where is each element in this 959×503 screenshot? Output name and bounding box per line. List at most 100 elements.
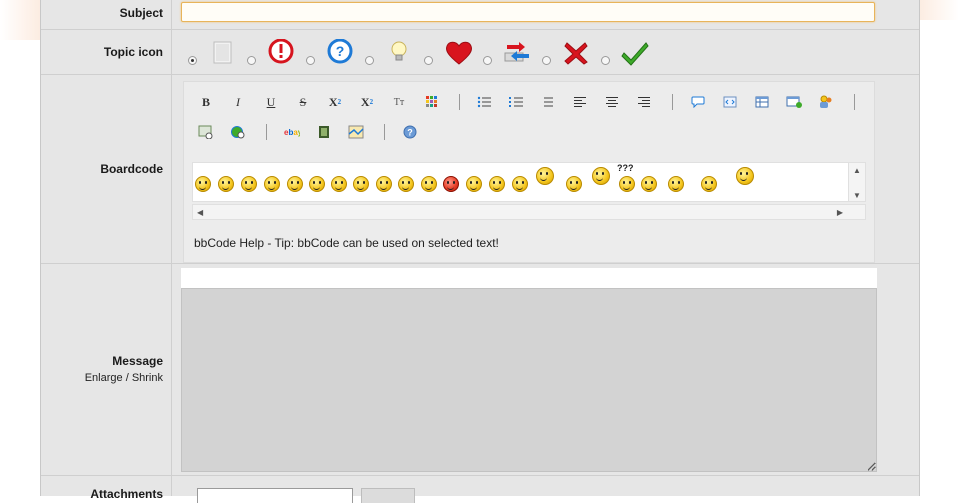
topic-icon-radio-exclamation[interactable] (247, 56, 256, 65)
heart-icon[interactable] (444, 39, 472, 67)
shifty-icon[interactable] (736, 167, 754, 185)
thinking-icon[interactable] (641, 176, 657, 192)
topic-icon-radio-heart[interactable] (424, 56, 433, 65)
subject-row: Subject (41, 0, 919, 30)
redirect-arrows-icon[interactable] (501, 39, 533, 67)
superscript-button[interactable]: X2 (359, 94, 375, 110)
subscript-letter: X (328, 94, 338, 109)
resize-grip-icon[interactable] (868, 463, 876, 471)
message-textarea[interactable] (181, 288, 877, 472)
web-link-icon[interactable] (230, 124, 246, 140)
big-grin-icon[interactable] (536, 167, 554, 185)
grin-icon[interactable] (287, 176, 303, 192)
numbered-list-icon[interactable] (508, 94, 524, 110)
media-image-icon[interactable] (198, 124, 214, 140)
neutral-icon[interactable] (376, 176, 392, 192)
question-icon[interactable]: ? (326, 38, 354, 67)
toolbar-separator (854, 94, 855, 110)
resize-separator: / (125, 372, 129, 384)
toolbar-separator (266, 124, 267, 140)
align-left-icon[interactable] (572, 94, 588, 110)
code-icon[interactable] (722, 94, 738, 110)
ebay-icon[interactable]: ebay (284, 124, 300, 140)
shrink-link[interactable]: Shrink (132, 372, 163, 384)
insert-image-icon[interactable] (786, 94, 802, 110)
eek-icon[interactable] (489, 176, 505, 192)
superscript-letter: X (360, 94, 370, 109)
cool-icon[interactable] (466, 176, 482, 192)
topic-icon-radio-x[interactable] (542, 56, 551, 65)
bbcode-editor: B I U S X2 X2 Tт eba ? ??? ▲ ▼ ◀ ▶ bbCod… (183, 81, 875, 263)
color-grid-icon[interactable] (424, 94, 440, 110)
angel-icon[interactable] (309, 176, 325, 192)
users-icon[interactable] (818, 94, 834, 110)
help-icon[interactable]: ? (402, 124, 418, 140)
align-right-icon[interactable] (636, 94, 652, 110)
red-x-icon[interactable] (562, 39, 590, 67)
blank-page-icon[interactable] (209, 39, 237, 67)
bullet-list-icon[interactable] (476, 94, 492, 110)
align-center-icon[interactable] (604, 94, 620, 110)
superscript-mark: 2 (369, 98, 374, 106)
enlarge-link[interactable]: Enlarge (85, 372, 123, 384)
boardcode-label: Boardcode (100, 162, 163, 176)
shocked-icon[interactable] (241, 176, 257, 192)
topic-icon-label: Topic icon (103, 45, 163, 59)
smilies-panel[interactable]: ??? ▲ ▼ (192, 162, 866, 202)
smile-icon[interactable] (195, 176, 211, 192)
bbcode-help-text: bbCode Help - Tip: bbCode can be used on… (194, 236, 499, 250)
smilies-horizontal-scrollbar[interactable]: ◀ ▶ (192, 204, 866, 220)
smilies-vertical-scrollbar[interactable]: ▲ ▼ (848, 163, 865, 201)
attachments-row: Attachments (41, 476, 919, 503)
lol-icon[interactable] (592, 167, 610, 185)
underline-button[interactable]: U (263, 94, 279, 110)
italic-button[interactable]: I (230, 94, 246, 110)
wink-icon[interactable] (353, 176, 369, 192)
topic-icon-radio-question[interactable] (306, 56, 315, 65)
subscript-button[interactable]: X2 (327, 94, 343, 110)
film-icon[interactable] (316, 124, 332, 140)
exclamation-icon[interactable] (267, 38, 295, 67)
glasses-icon[interactable] (566, 176, 582, 192)
svg-text:?: ? (336, 43, 345, 59)
topic-icon-radio-redirect[interactable] (483, 56, 492, 65)
scroll-up-arrow-icon[interactable]: ▲ (853, 166, 861, 175)
scroll-left-arrow-icon[interactable]: ◀ (197, 208, 203, 217)
tongue-icon[interactable] (331, 176, 347, 192)
whistle-icon[interactable] (668, 176, 684, 192)
topic-icon-radio-check[interactable] (601, 56, 610, 65)
confused-icon[interactable] (421, 176, 437, 192)
topic-icon-radio-blank[interactable] (188, 56, 197, 65)
topic-icon-radio-lightbulb[interactable] (365, 56, 374, 65)
sad-icon[interactable] (398, 176, 414, 192)
green-check-icon[interactable] (621, 39, 649, 67)
boardcode-row: Boardcode B I U S X2 X2 Tт eba ? ??? ▲ ▼… (41, 75, 919, 264)
message-label-cell: Message Enlarge / Shrink (41, 264, 172, 475)
scroll-down-arrow-icon[interactable]: ▼ (853, 191, 861, 200)
laugh-icon[interactable] (264, 176, 280, 192)
message-label: Message (112, 354, 163, 368)
rolleyes-icon[interactable] (512, 176, 528, 192)
boardcode-label-cell: Boardcode (41, 75, 172, 263)
quote-bubble-icon[interactable] (690, 94, 706, 110)
puzzled-icon[interactable] (619, 176, 635, 192)
toolbar-separator (384, 124, 385, 140)
bold-button[interactable]: B (198, 94, 214, 110)
crazy-icon[interactable] (701, 176, 717, 192)
scroll-right-arrow-icon[interactable]: ▶ (837, 208, 843, 217)
lightbulb-icon[interactable] (385, 39, 413, 67)
post-form: Subject Topic icon ? Boardcode B I U S X… (40, 0, 920, 503)
topic-icon-label-cell: Topic icon (41, 30, 172, 74)
map-icon[interactable] (348, 124, 364, 140)
subject-input[interactable] (181, 2, 875, 22)
surprised-icon[interactable] (218, 176, 234, 192)
table-icon[interactable] (754, 94, 770, 110)
svg-text:?: ? (407, 128, 413, 138)
typeface-button[interactable]: Tт (391, 94, 407, 110)
list-item-icon[interactable] (540, 94, 556, 110)
strikethrough-button[interactable]: S (295, 94, 311, 110)
message-toolbar-strip (181, 268, 877, 288)
attachments-label-cell: Attachments (41, 476, 172, 501)
subject-label-cell: Subject (41, 0, 172, 29)
angry-icon[interactable] (443, 176, 459, 192)
